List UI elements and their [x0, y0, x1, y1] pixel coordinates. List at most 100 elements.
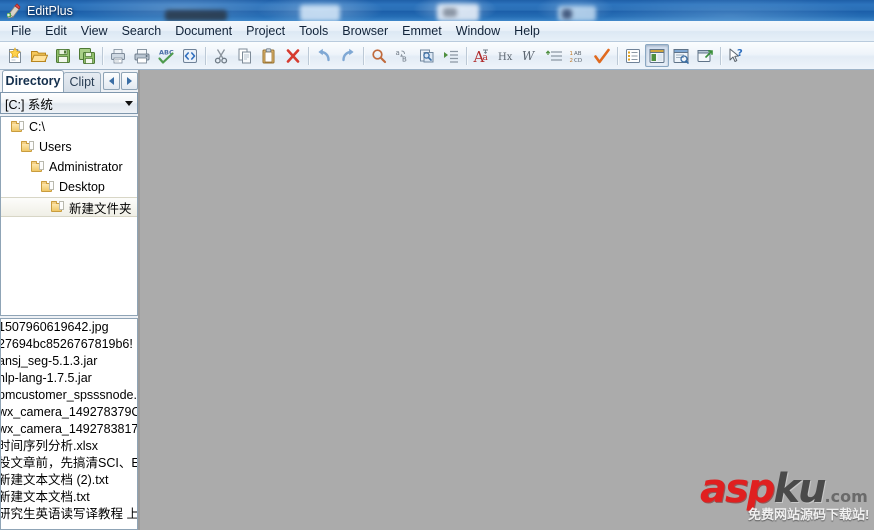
folder-icon: [41, 181, 55, 193]
toolbar-separator: [614, 46, 621, 66]
list-item[interactable]: 投文章前，先搞清SCI、EI: [1, 455, 137, 472]
tree-item[interactable]: Administrator: [1, 157, 137, 177]
toolbar-separator: [99, 46, 106, 66]
toolbar: ABC a B A a Hx W 1 2 AB CD ?: [0, 42, 874, 70]
folder-icon: [21, 141, 35, 153]
toolbar-separator: [360, 46, 367, 66]
window-title: EditPlus: [27, 4, 73, 18]
menu-view[interactable]: View: [74, 22, 115, 41]
svg-text:2: 2: [570, 58, 574, 64]
open-folder-icon[interactable]: [27, 44, 51, 67]
cut-icon[interactable]: [209, 44, 233, 67]
editor-workspace[interactable]: [140, 70, 874, 530]
svg-text:CD: CD: [574, 58, 582, 64]
delete-icon[interactable]: [281, 44, 305, 67]
menu-project[interactable]: Project: [239, 22, 292, 41]
desktop-blur-artifact: [443, 8, 457, 17]
document-selector-icon[interactable]: [621, 44, 645, 67]
folder-icon: [31, 161, 45, 173]
menu-edit[interactable]: Edit: [38, 22, 74, 41]
menu-search[interactable]: Search: [115, 22, 169, 41]
list-item[interactable]: 时间序列分析.xlsx: [1, 438, 137, 455]
copy-icon[interactable]: [233, 44, 257, 67]
desktop-blur-artifact: [562, 9, 572, 19]
list-item[interactable]: wx_camera_149278379C: [1, 404, 137, 421]
folder-icon: [51, 201, 65, 213]
tab-cliptext[interactable]: Clipt: [63, 72, 101, 92]
watermark-subtitle: 免费网站源码下载站!: [748, 507, 870, 522]
find-icon[interactable]: [367, 44, 391, 67]
menu-emmet[interactable]: Emmet: [395, 22, 449, 41]
dock-tab-strip: Directory Clipt: [0, 70, 140, 92]
tab-directory[interactable]: Directory: [2, 70, 64, 92]
tree-item[interactable]: C:\: [1, 117, 137, 137]
svg-text:?: ?: [737, 48, 743, 59]
view-in-browser-icon[interactable]: [178, 44, 202, 67]
tree-item[interactable]: Users: [1, 137, 137, 157]
new-file-icon[interactable]: [3, 44, 27, 67]
menu-browser[interactable]: Browser: [335, 22, 395, 41]
word-wrap-icon[interactable]: W: [518, 44, 542, 67]
save-icon[interactable]: [51, 44, 75, 67]
svg-text:1: 1: [570, 51, 574, 57]
list-item[interactable]: 新建文本文档.txt: [1, 489, 137, 506]
menu-window[interactable]: Window: [449, 22, 507, 41]
drive-select-value: [C:] 系统: [5, 97, 53, 112]
save-all-icon[interactable]: [75, 44, 99, 67]
directory-panel-icon[interactable]: [645, 44, 669, 67]
list-item[interactable]: ansj_seg-5.1.3.jar: [1, 353, 137, 370]
print-icon[interactable]: [130, 44, 154, 67]
print-preview-icon[interactable]: [106, 44, 130, 67]
list-item[interactable]: pmcustomer_spsssnode.: [1, 387, 137, 404]
undo-icon[interactable]: [312, 44, 336, 67]
svg-text:a: a: [483, 53, 489, 63]
editplus-icon[interactable]: [6, 3, 22, 19]
paste-icon[interactable]: [257, 44, 281, 67]
font-icon[interactable]: A a: [470, 44, 494, 67]
menu-bar: File Edit View Search Document Project T…: [0, 21, 874, 42]
scroll-right-icon[interactable]: [121, 72, 138, 90]
file-list[interactable]: 1507960619642.jpg 27694bc8526767819b6! a…: [0, 318, 138, 530]
user-tool-icon[interactable]: [693, 44, 717, 67]
menu-document[interactable]: Document: [168, 22, 239, 41]
output-window-icon[interactable]: [669, 44, 693, 67]
list-item[interactable]: nlp-lang-1.7.5.jar: [1, 370, 137, 387]
align-icon[interactable]: [542, 44, 566, 67]
left-triangle-icon: [109, 77, 114, 85]
tree-item-label: C:\: [29, 120, 45, 134]
tree-item[interactable]: Desktop: [1, 177, 137, 197]
context-help-icon[interactable]: ?: [724, 44, 748, 67]
title-bar[interactable]: EditPlus: [0, 0, 874, 21]
watermark-brand: aspku.com: [700, 469, 868, 509]
hex-view-icon[interactable]: Hx: [494, 44, 518, 67]
list-item[interactable]: 27694bc8526767819b6!: [1, 336, 137, 353]
replace-icon[interactable]: a B: [391, 44, 415, 67]
list-item[interactable]: 新建文本文档 (2).txt: [1, 472, 137, 489]
spell-check-abc-icon[interactable]: ABC: [154, 44, 178, 67]
list-item[interactable]: wx_camera_1492783817: [1, 421, 137, 438]
tree-item-selected[interactable]: 新建文件夹: [1, 197, 137, 217]
scroll-left-icon[interactable]: [103, 72, 120, 90]
toolbar-separator: [202, 46, 209, 66]
svg-text:Hx: Hx: [498, 52, 513, 63]
toolbar-separator: [463, 46, 470, 66]
spell-check-tick-icon[interactable]: [590, 44, 614, 67]
directory-dock-panel: Directory Clipt [C:] 系统 C:\ Users Admini…: [0, 70, 140, 530]
list-item[interactable]: 研究生英语读写译教程 上: [1, 506, 137, 523]
indent-icon[interactable]: [439, 44, 463, 67]
menu-help[interactable]: Help: [507, 22, 547, 41]
chevron-down-icon[interactable]: [120, 100, 137, 106]
tree-item-label: Users: [39, 140, 72, 154]
drive-select[interactable]: [C:] 系统: [0, 92, 138, 114]
find-in-files-icon[interactable]: [415, 44, 439, 67]
menu-file[interactable]: File: [4, 22, 38, 41]
redo-icon[interactable]: [336, 44, 360, 67]
menu-tools[interactable]: Tools: [292, 22, 335, 41]
folder-tree[interactable]: C:\ Users Administrator Desktop 新建文件夹: [0, 116, 138, 316]
desktop-blur-artifact: [300, 5, 340, 21]
desktop-blur-artifact: [165, 10, 227, 21]
svg-text:W: W: [522, 49, 536, 63]
line-numbers-icon[interactable]: 1 2 AB CD: [566, 44, 590, 67]
list-item[interactable]: 1507960619642.jpg: [1, 319, 137, 336]
caret-shape: [124, 100, 133, 106]
